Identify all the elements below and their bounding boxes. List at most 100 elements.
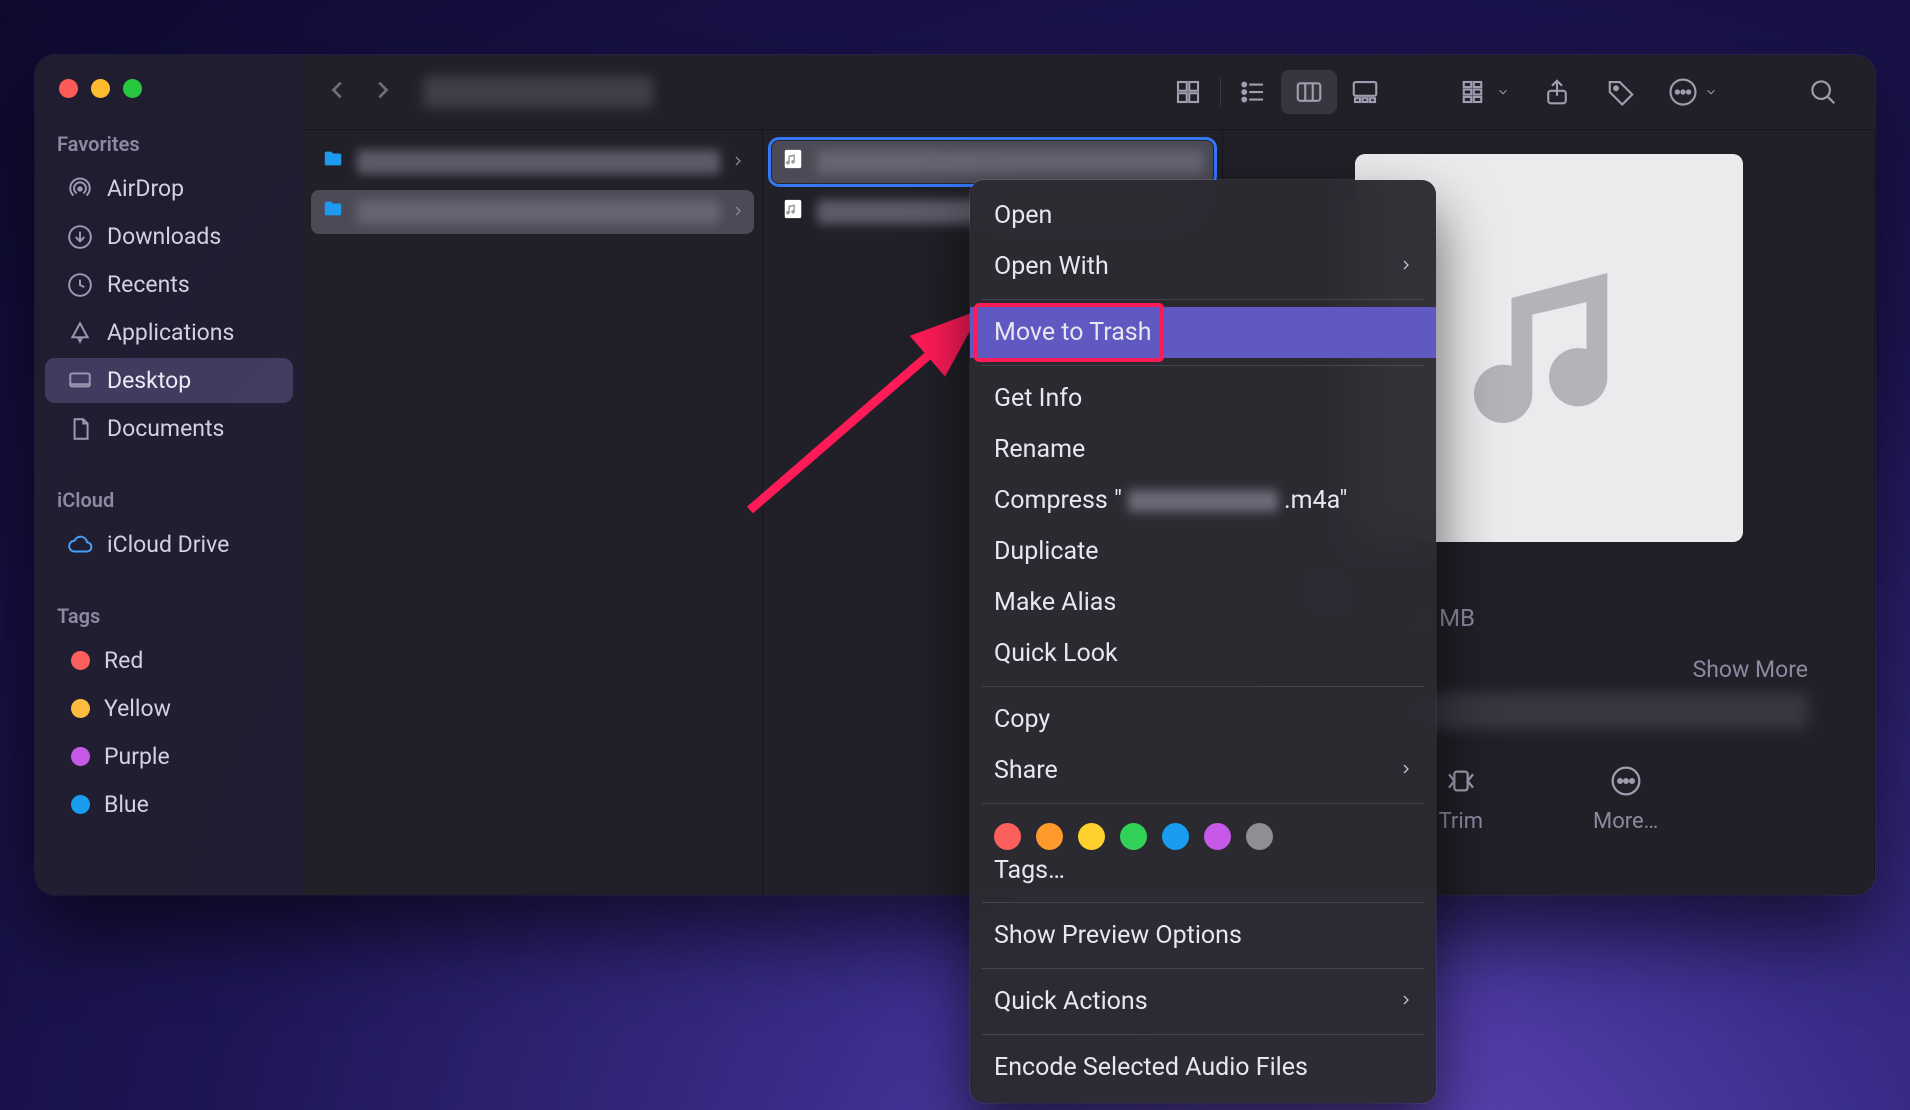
sidebar-item-airdrop[interactable]: AirDrop <box>45 166 293 211</box>
menu-item-rename[interactable]: Rename <box>970 424 1436 475</box>
traffic-lights <box>35 69 303 126</box>
view-switcher <box>1160 70 1393 114</box>
group-by-button[interactable] <box>1449 70 1521 114</box>
sidebar-item-label: iCloud Drive <box>107 531 229 558</box>
menu-item-tags[interactable]: Tags… <box>970 852 1436 895</box>
menu-item-share[interactable]: Share <box>970 745 1436 796</box>
menu-item-move-to-trash[interactable]: Move to Trash <box>970 307 1436 358</box>
preview-action-more[interactable]: More… <box>1593 765 1658 834</box>
sidebar-item-label: Purple <box>104 743 170 770</box>
sidebar-item-recents[interactable]: Recents <box>45 262 293 307</box>
sidebar-item-label: Applications <box>107 319 234 346</box>
file-label <box>817 150 1204 174</box>
folder-icon <box>321 148 345 176</box>
preview-action-label: Trim <box>1439 809 1483 834</box>
view-gallery-button[interactable] <box>1337 70 1393 114</box>
traffic-light-close[interactable] <box>59 79 78 98</box>
sidebar-item-label: Documents <box>107 415 224 442</box>
folder-row[interactable] <box>311 140 754 184</box>
menu-item-quick-look[interactable]: Quick Look <box>970 628 1436 679</box>
sidebar-item-label: Downloads <box>107 223 221 250</box>
tag-color-red[interactable] <box>994 823 1021 850</box>
sidebar-item-label: Desktop <box>107 367 191 394</box>
filename-obscured <box>1128 490 1278 512</box>
menu-item-get-info[interactable]: Get Info <box>970 373 1436 424</box>
folder-label <box>357 200 720 224</box>
sidebar-item-desktop[interactable]: Desktop <box>45 358 293 403</box>
tag-color-orange[interactable] <box>1036 823 1063 850</box>
menu-item-compress[interactable]: Compress ".m4a" <box>970 475 1436 526</box>
actions-button[interactable] <box>1657 70 1729 114</box>
audio-file-icon <box>781 198 805 226</box>
sidebar-section-favorites: Favorites <box>35 126 303 166</box>
applications-icon <box>67 320 93 346</box>
chevron-right-icon <box>732 150 744 175</box>
audio-file-icon <box>781 148 805 176</box>
sidebar-item-label: AirDrop <box>107 175 184 202</box>
sidebar-item-label: Red <box>104 647 143 674</box>
chevron-right-icon <box>1400 252 1412 281</box>
nav-back-button[interactable] <box>327 78 349 106</box>
view-icons-button[interactable] <box>1160 70 1216 114</box>
tag-dot-icon <box>71 651 90 670</box>
menu-tags-row <box>970 811 1436 852</box>
recents-icon <box>67 272 93 298</box>
column-1 <box>303 130 763 895</box>
icloud-icon <box>67 532 93 558</box>
menu-item-copy[interactable]: Copy <box>970 694 1436 745</box>
sidebar-item-applications[interactable]: Applications <box>45 310 293 355</box>
sidebar: Favorites AirDrop Downloads Recents Appl… <box>35 55 303 895</box>
sidebar-item-label: Blue <box>104 791 149 818</box>
documents-icon <box>67 416 93 442</box>
view-list-button[interactable] <box>1225 70 1281 114</box>
tag-dot-icon <box>71 795 90 814</box>
sidebar-tag-blue[interactable]: Blue <box>45 782 293 827</box>
menu-item-encode-audio[interactable]: Encode Selected Audio Files <box>970 1042 1436 1093</box>
music-note-icon <box>1449 248 1649 448</box>
chevron-right-icon <box>1400 987 1412 1016</box>
sidebar-tag-red[interactable]: Red <box>45 638 293 683</box>
folder-icon <box>321 198 345 226</box>
menu-item-make-alias[interactable]: Make Alias <box>970 577 1436 628</box>
airdrop-icon <box>67 176 93 202</box>
toolbar <box>303 55 1875 130</box>
preview-action-trim[interactable]: Trim <box>1439 765 1483 834</box>
menu-item-quick-actions[interactable]: Quick Actions <box>970 976 1436 1027</box>
sidebar-section-tags: Tags <box>35 598 303 638</box>
chevron-right-icon <box>1400 756 1412 785</box>
folder-label <box>357 150 720 174</box>
sidebar-tag-purple[interactable]: Purple <box>45 734 293 779</box>
downloads-icon <box>67 224 93 250</box>
tag-dot-icon <box>71 699 90 718</box>
menu-item-open-with[interactable]: Open With <box>970 241 1436 292</box>
sidebar-item-documents[interactable]: Documents <box>45 406 293 451</box>
view-columns-button[interactable] <box>1281 70 1337 114</box>
desktop-icon <box>67 368 93 394</box>
sidebar-item-icloud-drive[interactable]: iCloud Drive <box>45 522 293 567</box>
tag-color-yellow[interactable] <box>1078 823 1105 850</box>
chevron-right-icon <box>732 200 744 225</box>
sidebar-section-icloud: iCloud <box>35 482 303 522</box>
file-row[interactable] <box>771 140 1214 184</box>
tag-color-green[interactable] <box>1120 823 1147 850</box>
tag-dot-icon <box>71 747 90 766</box>
menu-item-duplicate[interactable]: Duplicate <box>970 526 1436 577</box>
menu-item-show-preview-options[interactable]: Show Preview Options <box>970 910 1436 961</box>
sidebar-tag-yellow[interactable]: Yellow <box>45 686 293 731</box>
tag-color-purple[interactable] <box>1204 823 1231 850</box>
traffic-light-maximize[interactable] <box>123 79 142 98</box>
window-title <box>423 76 653 108</box>
folder-row[interactable] <box>311 190 754 234</box>
nav-forward-button[interactable] <box>371 78 393 106</box>
tag-color-gray[interactable] <box>1246 823 1273 850</box>
tags-button[interactable] <box>1593 70 1649 114</box>
sidebar-item-label: Recents <box>107 271 190 298</box>
traffic-light-minimize[interactable] <box>91 79 110 98</box>
search-button[interactable] <box>1795 70 1851 114</box>
menu-item-open[interactable]: Open <box>970 190 1436 241</box>
share-button[interactable] <box>1529 70 1585 114</box>
sidebar-item-downloads[interactable]: Downloads <box>45 214 293 259</box>
preview-action-label: More… <box>1593 809 1658 834</box>
tag-color-blue[interactable] <box>1162 823 1189 850</box>
sidebar-item-label: Yellow <box>104 695 171 722</box>
